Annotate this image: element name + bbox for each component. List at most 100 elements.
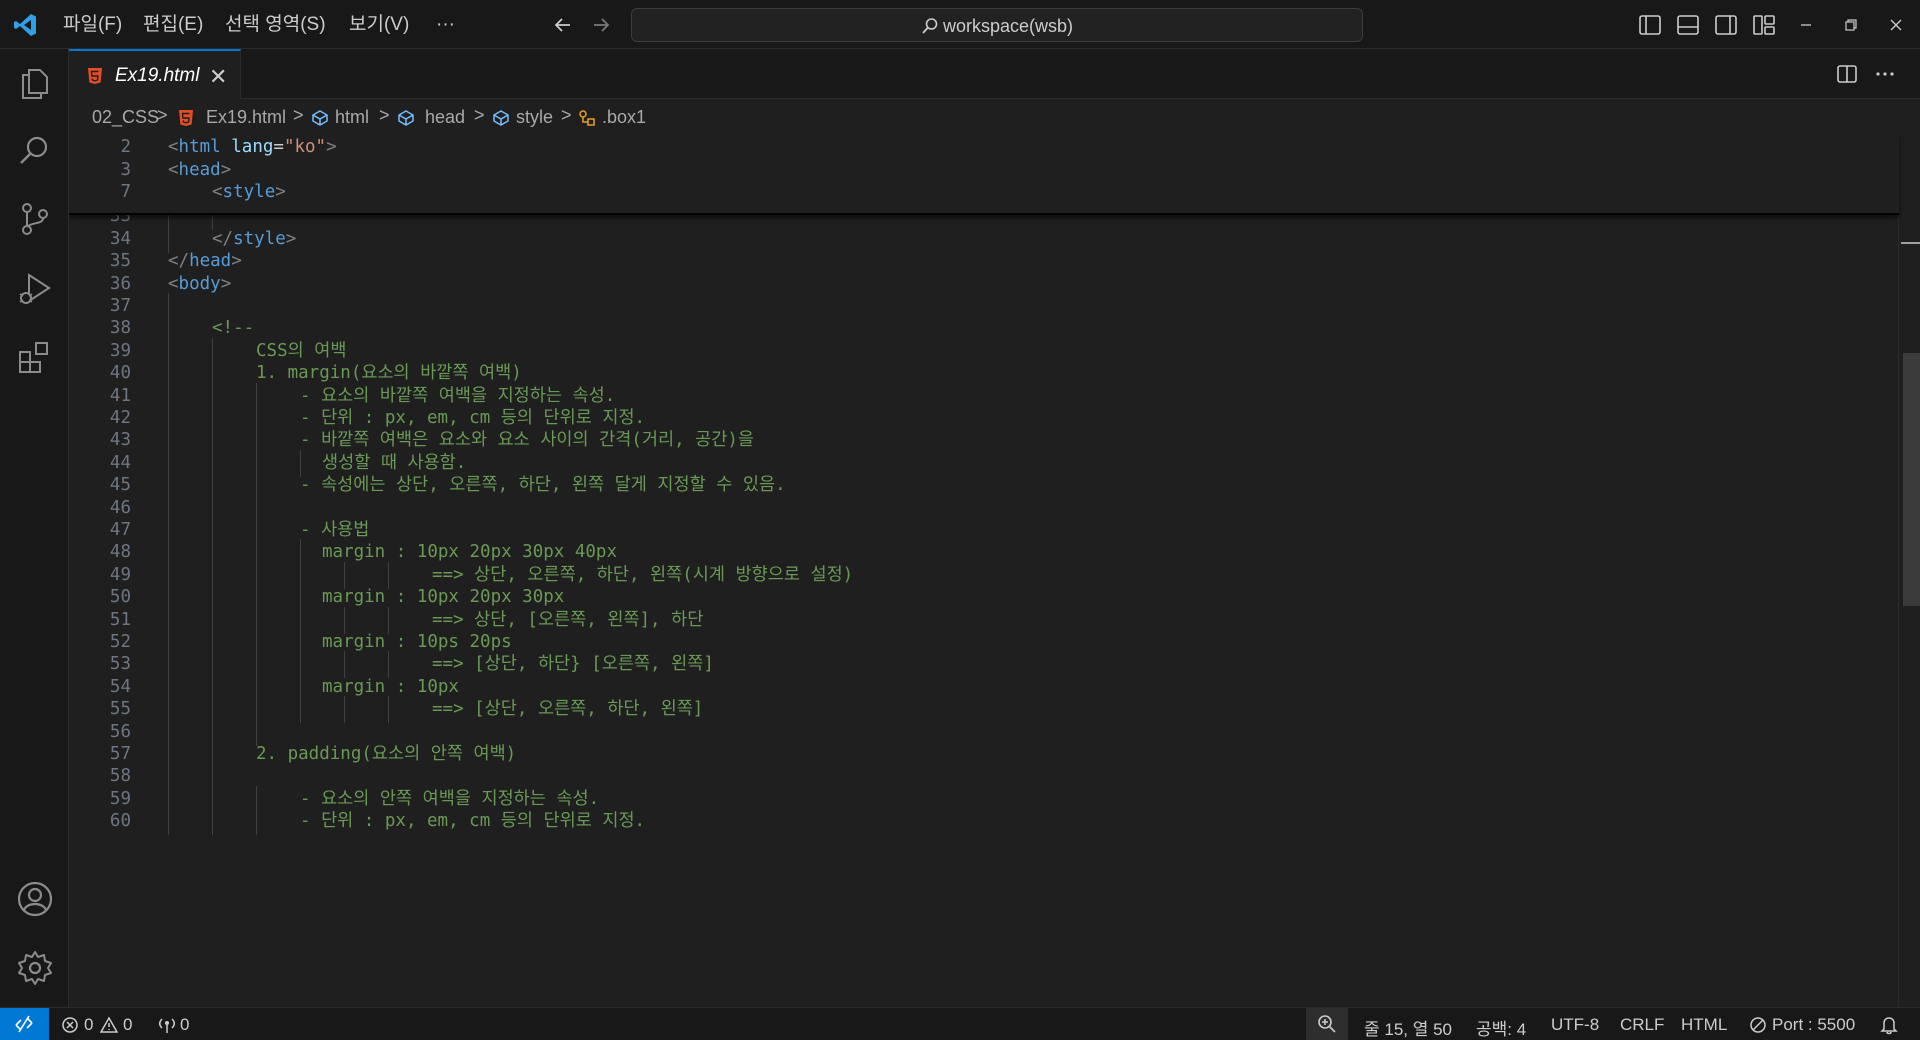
- warning-count[interactable]: 0: [123, 1015, 132, 1035]
- split-editor-icon[interactable]: [1835, 62, 1859, 86]
- remote-indicator[interactable]: [0, 1008, 49, 1040]
- line-number: 7: [120, 182, 131, 202]
- menu-edit[interactable]: 편집(E): [143, 12, 203, 38]
- menu-view[interactable]: 보기(V): [349, 12, 409, 38]
- more-actions-icon[interactable]: [1873, 62, 1897, 86]
- code-token: margin : 10px 20px 30px 40px: [322, 542, 618, 563]
- breadcrumb-separator: >: [157, 105, 168, 125]
- code-token: >: [326, 137, 337, 157]
- code-token: lang: [231, 137, 274, 157]
- scrollbar-thumb[interactable]: [1903, 353, 1920, 606]
- end-of-line[interactable]: CRLF: [1620, 1015, 1664, 1035]
- code-token: >: [220, 159, 232, 180]
- breadcrumb-file[interactable]: Ex19.html: [206, 107, 286, 128]
- code-line[interactable]: 7 <style>: [69, 179, 1899, 206]
- code-text: <style>: [212, 179, 286, 206]
- code-token: - 사용법: [300, 520, 370, 540]
- code-token: <: [168, 137, 179, 157]
- breadcrumb-selector[interactable]: .box1: [602, 107, 646, 128]
- breadcrumb-folder[interactable]: 02_CSS: [92, 107, 159, 128]
- source-control-icon[interactable]: [16, 200, 54, 238]
- close-window-icon[interactable]: [1883, 12, 1909, 38]
- line-number: 60: [109, 811, 131, 832]
- breadcrumb-html[interactable]: html: [335, 107, 369, 128]
- code-token: - 속성에는 상단, 오른쪽, 하단, 왼쪽 달게 지정할 수 있음.: [300, 475, 786, 496]
- error-icon[interactable]: [61, 1016, 79, 1034]
- code-token: ==> [상단, 오른쪽, 하단, 왼쪽]: [432, 699, 704, 720]
- breadcrumb-separator: >: [474, 105, 485, 125]
- code-token: - 바깥쪽 여백은 요소와 요소 사이의 간격(거리, 공간)을: [300, 430, 754, 451]
- code-token: - 단위 : px, em, cm 등의 단위로 지정.: [300, 811, 646, 832]
- breadcrumb: 02_CSS > Ex19.html > html > head > style…: [69, 100, 1920, 134]
- bell-icon[interactable]: [1880, 1015, 1898, 1035]
- code-token: style: [233, 228, 286, 249]
- search-label: workspace(wsb): [942, 16, 1074, 36]
- tab-label: Ex19.html: [115, 65, 200, 86]
- code-line[interactable]: 60 - 단위 : px, em, cm 등의 단위로 지정.: [69, 808, 1899, 836]
- tab-ex19-html[interactable]: Ex19.html ✕: [69, 49, 241, 99]
- code-token: <: [212, 182, 223, 202]
- search-icon: [922, 18, 938, 34]
- code-token: margin : 10ps 20ps: [322, 632, 512, 652]
- cursor-position[interactable]: 줄 15, 열 50: [1364, 1015, 1452, 1040]
- code-token: 2. padding(요소의 안쪽 여백): [256, 744, 517, 764]
- breadcrumb-style[interactable]: style: [516, 107, 553, 128]
- menu-selection[interactable]: 선택 영역(S): [225, 12, 326, 38]
- indent-guide: [256, 808, 257, 836]
- vscode-logo-icon: [14, 14, 36, 36]
- indentation[interactable]: 공백: 4: [1476, 1015, 1526, 1040]
- customize-layout-icon[interactable]: [1751, 12, 1777, 38]
- code-text: - 단위 : px, em, cm 등의 단위로 지정.: [300, 808, 645, 835]
- title-bar: 파일(F) 편집(E) 선택 영역(S) 보기(V) ··· workspace…: [0, 0, 1920, 49]
- code-token: head: [189, 251, 232, 272]
- search-icon[interactable]: [16, 132, 54, 170]
- encoding[interactable]: UTF-8: [1551, 1015, 1599, 1035]
- error-count[interactable]: 0: [84, 1015, 93, 1035]
- forward-arrow-icon[interactable]: [588, 12, 614, 38]
- vertical-scrollbar[interactable]: [1898, 134, 1920, 1007]
- close-icon[interactable]: ✕: [209, 64, 227, 90]
- code-token: </: [212, 228, 234, 249]
- editor-tab-bar: Ex19.html ✕: [69, 49, 1920, 99]
- ports-count[interactable]: 0: [180, 1015, 189, 1035]
- zoom-indicator[interactable]: [1306, 1008, 1348, 1040]
- zoom-in-icon: [1318, 1015, 1336, 1033]
- warning-icon[interactable]: [100, 1016, 118, 1034]
- code-token: margin : 10px 20px 30px: [322, 587, 565, 608]
- code-token: </: [168, 251, 190, 272]
- live-server-icon[interactable]: [1749, 1016, 1767, 1034]
- code-token: 1. margin(요소의 바깥쪽 여백): [256, 363, 522, 384]
- code-editor[interactable]: 2<html lang="ko">3<head>7<style> 323334<…: [69, 134, 1920, 1007]
- command-center-search[interactable]: workspace(wsb): [631, 8, 1363, 42]
- restore-icon[interactable]: [1838, 12, 1864, 38]
- breadcrumb-separator: >: [293, 105, 304, 125]
- minimize-icon[interactable]: [1793, 12, 1819, 38]
- toggle-secondary-sidebar-icon[interactable]: [1713, 12, 1739, 38]
- code-token: "ko": [283, 137, 327, 157]
- status-bar: 0 0 0 줄 15, 열 50 공백: 4 UTF-8 CRLF HTML P…: [0, 1007, 1920, 1040]
- code-token: - 요소의 안쪽 여백을 지정하는 속성.: [300, 788, 600, 809]
- live-server-port[interactable]: Port : 5500: [1772, 1015, 1855, 1035]
- language-mode[interactable]: HTML: [1681, 1015, 1727, 1035]
- code-token: style: [222, 182, 276, 202]
- breadcrumb-head[interactable]: head: [425, 107, 465, 128]
- code-token: <: [168, 159, 179, 180]
- toggle-primary-sidebar-icon[interactable]: [1637, 12, 1663, 38]
- toggle-panel-icon[interactable]: [1675, 12, 1701, 38]
- code-token: >: [285, 228, 297, 249]
- code-token: >: [231, 251, 242, 272]
- accounts-icon[interactable]: [16, 880, 54, 918]
- back-arrow-icon[interactable]: [550, 12, 576, 38]
- code-token: <: [168, 273, 179, 294]
- ports-radio-icon[interactable]: [157, 1016, 177, 1034]
- code-token: ==> [상단, 하단} [오른쪽, 왼쪽]: [432, 654, 714, 675]
- explorer-icon[interactable]: [16, 64, 54, 102]
- menu-file[interactable]: 파일(F): [63, 12, 122, 38]
- code-token: body: [178, 273, 221, 294]
- extensions-icon[interactable]: [16, 338, 54, 376]
- run-and-debug-icon[interactable]: [16, 270, 54, 308]
- menu-more[interactable]: ···: [436, 12, 455, 38]
- code-token: =: [273, 137, 284, 157]
- gear-icon[interactable]: [16, 949, 54, 987]
